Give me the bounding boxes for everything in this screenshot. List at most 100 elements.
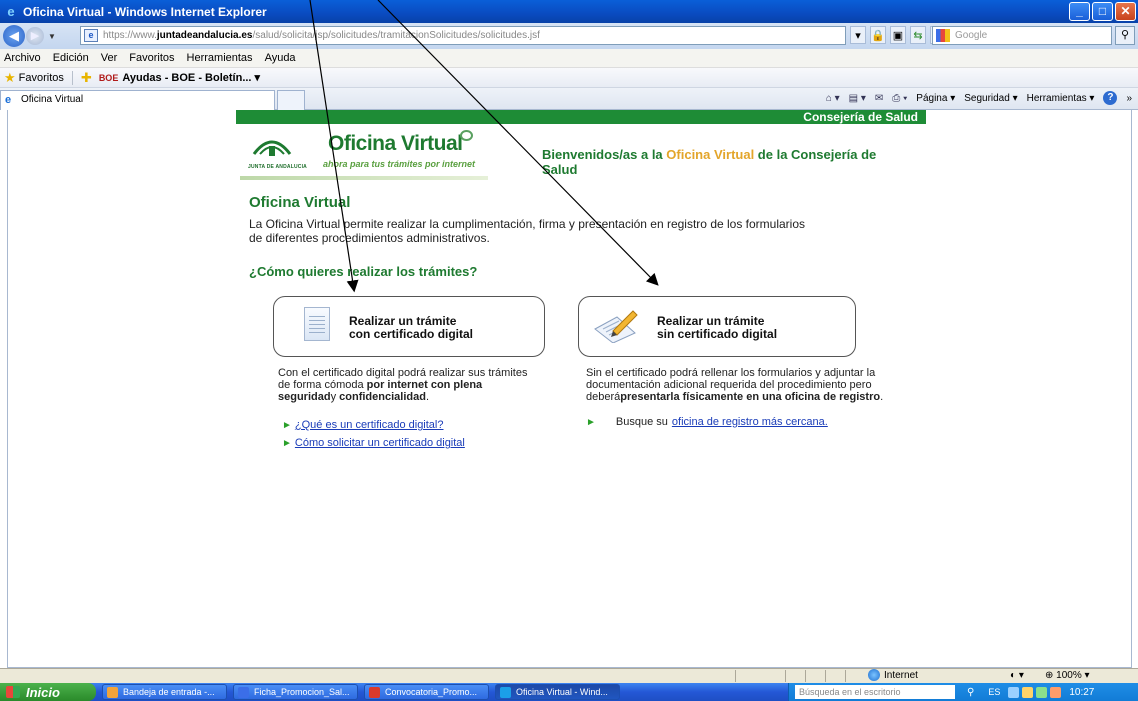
clock[interactable]: 10:27 (1069, 687, 1094, 698)
feeds-icon[interactable]: ▤ ▾ (849, 93, 866, 104)
add-favorite-icon[interactable]: ✚ (81, 70, 92, 86)
favorites-star-icon[interactable]: ★ (4, 70, 16, 86)
page-viewport: Consejería de Salud JUNTA DE ANDALUCIA O… (7, 110, 1132, 668)
menu-herramientas[interactable]: Herramientas (187, 52, 253, 64)
request-certificate-link[interactable]: Cómo solicitar un certificado digital (295, 437, 465, 449)
status-divider (735, 670, 736, 682)
desc2-c: . (880, 391, 884, 403)
update-icon[interactable] (1036, 686, 1048, 698)
oficina-virtual-logo[interactable]: JUNTA DE ANDALUCIA Oficina Virtual ahora… (240, 128, 488, 180)
consejeria-label: Consejería de Salud (803, 110, 918, 124)
welcome-pre: Bienvenidos/as a la (542, 147, 667, 162)
address-toolbar: ◀ ▶ ▼ e https://www.juntadeandalucia.es/… (0, 23, 1138, 49)
menu-edicion[interactable]: Edición (53, 52, 89, 64)
question-heading: ¿Cómo quieres realizar los trámites? (249, 264, 478, 279)
page-menu[interactable]: Página ▾ (916, 93, 955, 104)
security-tray-icon[interactable] (1022, 686, 1034, 698)
menu-favoritos[interactable]: Favoritos (129, 52, 174, 64)
without-certificate-label: Realizar un trámite sin certificado digi… (657, 315, 777, 341)
junta-label: JUNTA DE ANDALUCIA (248, 164, 307, 170)
tools-menu[interactable]: Herramientas ▾ (1027, 93, 1095, 104)
with-certificate-line2: con certificado digital (349, 327, 474, 341)
favorites-bar: ★ Favoritos ✚ BOE Ayudas - BOE - Boletín… (0, 68, 1138, 88)
favorites-button[interactable]: Favoritos (19, 72, 64, 84)
zone-label: Internet (884, 669, 918, 681)
taskbar-item-outlook[interactable]: Bandeja de entrada -... (102, 684, 227, 700)
link-row-what-is-certificate: ► ¿Qué es un certificado digital? (282, 419, 444, 431)
registry-office-link[interactable]: oficina de registro más cercana. (672, 416, 828, 428)
link-row-registry-office: ► Busque su oficina de registro más cerc… (586, 416, 828, 428)
menu-ver[interactable]: Ver (101, 52, 118, 64)
status-divider (845, 670, 846, 682)
ie-logo-icon: e (7, 3, 15, 19)
taskbar-item-pdf[interactable]: Convocatoria_Promo... (364, 684, 489, 700)
tray-icons (1008, 686, 1062, 698)
zoom-level[interactable]: ⊕ 100% ▾ (1045, 670, 1090, 681)
with-certificate-label: Realizar un trámite con certificado digi… (349, 315, 473, 341)
address-input[interactable]: e https://www.juntadeandalucia.es/salud/… (80, 26, 846, 45)
search-icon[interactable]: ⚲ (967, 687, 974, 698)
forward-button[interactable]: ▶ (26, 27, 44, 45)
history-dropdown-icon[interactable]: ▼ (48, 32, 56, 41)
compatibility-icon[interactable]: ▣ (890, 26, 906, 44)
antivirus-icon[interactable] (1050, 686, 1062, 698)
with-certificate-button[interactable]: Realizar un trámite con certificado digi… (273, 296, 545, 357)
back-button[interactable]: ◀ (3, 25, 25, 47)
protected-mode-icon[interactable]: ◐ ▾ (1010, 670, 1024, 681)
status-bar: Internet ◐ ▾ ⊕ 100% ▾ (0, 668, 1138, 683)
search-button[interactable]: ⚲ (1115, 26, 1135, 45)
what-is-certificate-link[interactable]: ¿Qué es un certificado digital? (295, 419, 444, 431)
url-domain: juntadeandalucia.es (156, 30, 253, 41)
ie-tab-icon: e (5, 94, 12, 106)
without-certificate-button[interactable]: Realizar un trámite sin certificado digi… (578, 296, 856, 357)
url-path: /salud/solicita/jsp/solicitudes/tramitac… (252, 30, 540, 41)
taskbar-item-word[interactable]: Ficha_Promocion_Sal... (233, 684, 358, 700)
favorite-item-boe[interactable]: Ayudas - BOE - Boletín... ▾ (122, 71, 260, 84)
close-button[interactable]: ✕ (1115, 2, 1136, 21)
network-icon[interactable] (1008, 686, 1020, 698)
mail-icon[interactable]: ✉ (875, 93, 883, 104)
pencil-paper-icon (594, 310, 638, 343)
security-zone[interactable]: Internet (868, 669, 918, 681)
address-dropdown-icon[interactable]: ▾ (850, 26, 866, 44)
status-divider (825, 670, 826, 682)
minimize-button[interactable]: _ (1069, 2, 1090, 21)
print-icon[interactable]: ⎙ ▾ (892, 93, 907, 104)
start-button[interactable]: Inicio (0, 683, 96, 701)
desc2-b: presentarla físicamente en una oficina d… (620, 391, 881, 403)
system-tray: Búsqueda en el escritorio ⚲ ES 10:27 (788, 683, 1138, 701)
word-icon (238, 687, 249, 698)
desktop-search-input[interactable]: Búsqueda en el escritorio (795, 685, 955, 699)
url-prefix: https://www. (103, 30, 157, 41)
help-icon[interactable]: ? (1103, 91, 1118, 105)
new-tab-button[interactable] (277, 90, 305, 110)
search-placeholder: Google (955, 30, 988, 41)
taskbar-item-label: Oficina Virtual - Wind... (516, 687, 608, 697)
lock-icon[interactable]: 🔒 (870, 26, 886, 44)
more-chevron-icon[interactable]: » (1126, 93, 1132, 104)
boe-favicon-icon: BOE (98, 72, 119, 83)
logo-subtitle: ahora para tus trámites por internet (323, 159, 476, 169)
maximize-button[interactable]: □ (1092, 2, 1113, 21)
tab-label: Oficina Virtual (21, 94, 84, 105)
globe-icon (868, 669, 880, 681)
language-indicator[interactable]: ES (988, 687, 1000, 697)
header-bar: Consejería de Salud (236, 110, 926, 124)
page-title: Oficina Virtual (249, 194, 351, 211)
taskbar-item-ie[interactable]: Oficina Virtual - Wind... (495, 684, 620, 700)
menu-ayuda[interactable]: Ayuda (265, 52, 296, 64)
tab-oficina-virtual[interactable]: e Oficina Virtual (0, 90, 275, 110)
link-row-request-certificate: ► Cómo solicitar un certificado digital (282, 437, 465, 449)
search-input[interactable]: Google (932, 26, 1112, 45)
window-title-bar[interactable]: e Oficina Virtual - Windows Internet Exp… (0, 0, 1138, 23)
security-menu[interactable]: Seguridad ▾ (964, 93, 1017, 104)
window-title: Oficina Virtual - Windows Internet Explo… (23, 4, 267, 19)
menu-archivo[interactable]: Archivo (4, 52, 41, 64)
home-icon[interactable]: ⌂ ▾ (826, 93, 840, 104)
desc1-e: . (425, 391, 429, 403)
desc1-c: y (330, 391, 340, 403)
bullet-arrow-icon: ► (282, 437, 292, 449)
menu-bar: Archivo Edición Ver Favoritos Herramient… (0, 49, 1138, 68)
zoom-value: 100% (1056, 670, 1082, 681)
refresh-icon[interactable]: ⇆ (910, 26, 926, 44)
